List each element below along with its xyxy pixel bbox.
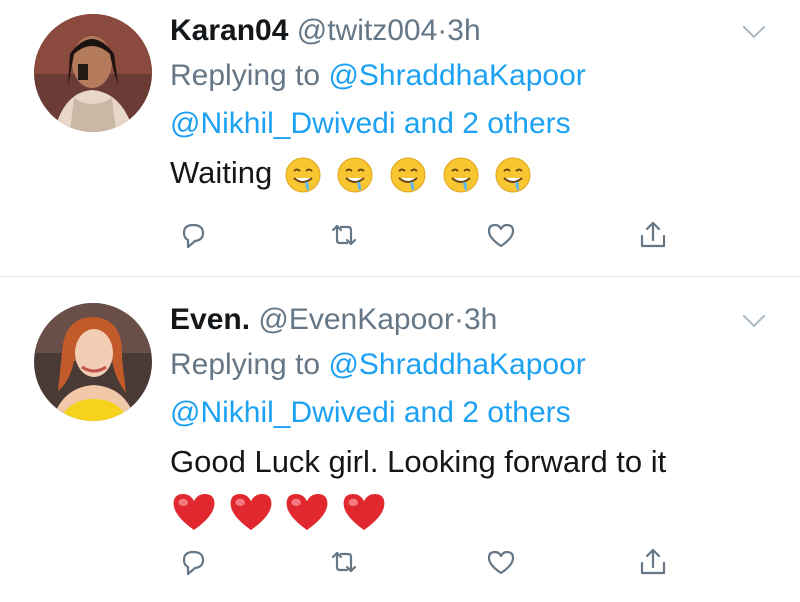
tweet-text-body: Waiting [170,155,273,190]
mention-link[interactable]: @Nikhil_Dwivedi [170,396,396,429]
tweet-text-body: Good Luck girl. Looking forward to it [170,444,667,479]
drooling-face-emoji [443,157,479,193]
red-heart-emoji [230,493,272,530]
chevron-down-icon[interactable] [740,307,768,335]
tweet-header: Even. @EvenKapoor·3h [170,299,760,341]
red-heart-emoji [343,493,385,530]
like-icon[interactable] [484,545,524,585]
replying-to-line: Replying to @ShraddhaKapoor [170,341,760,389]
tweet-actions [170,545,690,585]
tweet[interactable]: Karan04 @twitz004·3h Replying to @Shradd… [0,0,800,276]
red-heart-emoji [173,493,215,530]
display-name[interactable]: Even. [170,303,250,336]
drooling-face-emoji [390,157,426,193]
replying-to-label: Replying to [170,348,321,381]
mention-link[interactable]: @Nikhil_Dwivedi [170,107,396,140]
replying-to-label: Replying to [170,59,321,92]
replying-to-others: @Nikhil_Dwivedi and 2 others [170,100,760,148]
tweet[interactable]: Even. @EvenKapoor·3h Replying to @Shradd… [0,277,800,602]
mention-link[interactable]: @ShraddhaKapoor [328,59,585,92]
red-heart-emoji [286,493,328,530]
tweet-header: Karan04 @twitz004·3h [170,10,760,52]
tweet-text: Good Luck girl. Looking forward to it [170,439,760,534]
timestamp[interactable]: 3h [464,303,497,336]
others-link[interactable]: and 2 others [404,107,571,140]
tweet-text: Waiting [170,150,760,196]
avatar[interactable] [34,303,152,421]
drooling-face-emoji [337,157,373,193]
tweet-content: Karan04 @twitz004·3h Replying to @Shradd… [170,10,760,196]
replying-to-others: @Nikhil_Dwivedi and 2 others [170,389,760,437]
retweet-icon[interactable] [327,545,367,585]
others-link[interactable]: and 2 others [404,396,571,429]
emoji-row [170,487,760,534]
separator-dot: · [453,303,464,336]
display-name[interactable]: Karan04 [170,14,288,47]
reply-icon[interactable] [176,545,216,585]
like-icon[interactable] [484,218,524,258]
drooling-face-emoji [495,157,531,193]
drooling-face-emoji [285,157,321,193]
separator-dot: · [437,14,448,47]
tweet-actions [170,218,690,258]
emoji-row [281,155,536,193]
replying-to-line: Replying to @ShraddhaKapoor [170,52,760,100]
share-icon[interactable] [636,545,676,585]
reply-icon[interactable] [176,218,216,258]
timestamp[interactable]: 3h [447,14,480,47]
mention-link[interactable]: @ShraddhaKapoor [328,348,585,381]
retweet-icon[interactable] [327,218,367,258]
share-icon[interactable] [636,218,676,258]
tweet-content: Even. @EvenKapoor·3h Replying to @Shradd… [170,299,760,534]
user-handle[interactable]: @twitz004 [297,14,438,47]
chevron-down-icon[interactable] [740,18,768,46]
avatar[interactable] [34,14,152,132]
user-handle[interactable]: @EvenKapoor [258,303,454,336]
